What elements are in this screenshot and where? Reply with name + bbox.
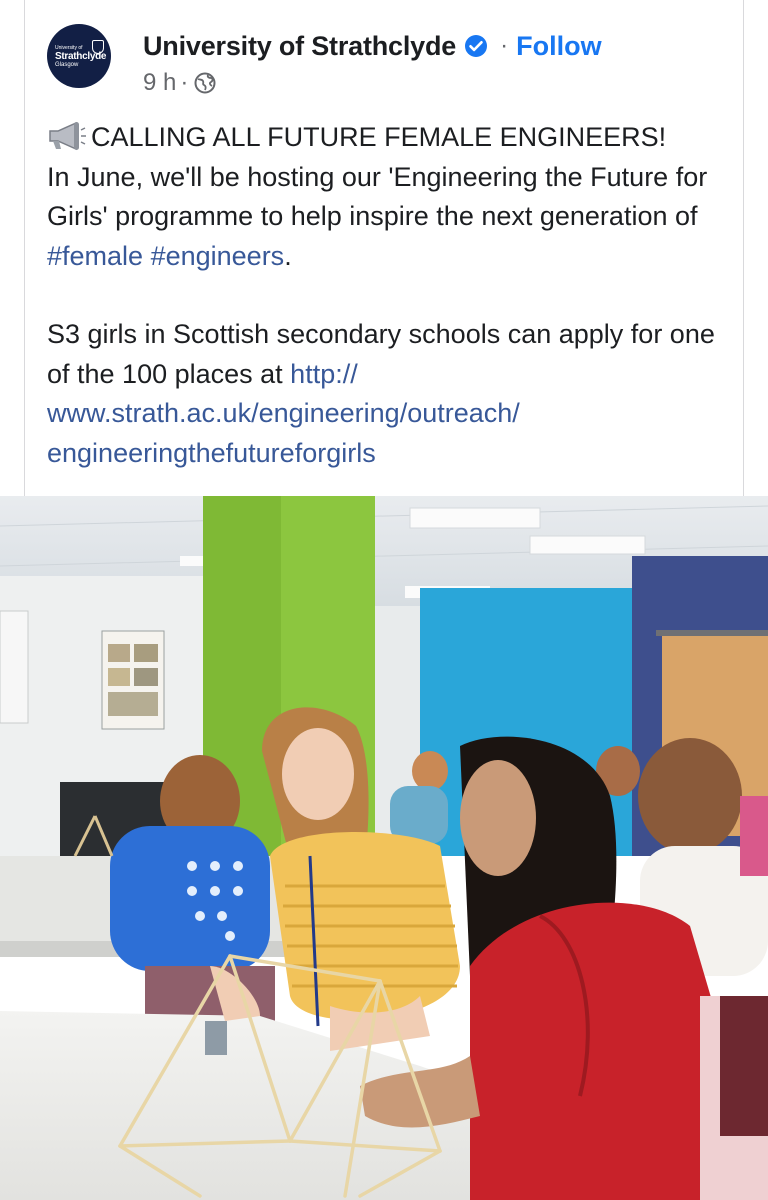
paragraph-2-text: S3 girls in Scottish secondary schools c… [47, 319, 715, 389]
page-avatar[interactable]: University of Strathclyde Glasgow [47, 24, 111, 88]
paragraph-1-text: In June, we'll be hosting our 'Engineeri… [47, 161, 708, 232]
post-meta: 9 h · [143, 68, 216, 98]
name-row: University of Strathclyde · Follow [143, 26, 602, 66]
follow-button[interactable]: Follow [516, 31, 601, 62]
paragraph-1: In June, we'll be hosting our 'Engineeri… [47, 158, 727, 277]
megaphone-emoji-icon [47, 121, 87, 151]
headline-line: CALLING ALL FUTURE FEMALE ENGINEERS! [47, 118, 727, 158]
hashtag-female[interactable]: #female [47, 241, 143, 271]
post-photo[interactable] [0, 496, 768, 1200]
outreach-link-part-2[interactable]: www.strath.ac.uk/engineering/outreach/ [47, 398, 520, 428]
post-card: University of Strathclyde Glasgow Univer… [24, 0, 744, 496]
outreach-link-part-1[interactable]: http:// [290, 359, 358, 389]
headline-text: CALLING ALL FUTURE FEMALE ENGINEERS! [91, 122, 667, 152]
post-timestamp[interactable]: 9 h [143, 69, 176, 97]
post-body: CALLING ALL FUTURE FEMALE ENGINEERS! In … [47, 118, 727, 473]
outreach-link-part-3[interactable]: engineeringthefutureforgirls [47, 438, 376, 468]
meta-separator: · [180, 69, 189, 96]
page-name-link[interactable]: University of Strathclyde [143, 31, 456, 62]
paragraph-1-end: . [284, 240, 292, 271]
avatar-line-3: Glasgow [55, 62, 79, 68]
globe-icon [194, 72, 216, 94]
verified-badge-icon [464, 34, 488, 58]
hashtag-engineers[interactable]: #engineers [151, 241, 285, 271]
crest-icon [92, 40, 104, 54]
post-header: University of Strathclyde Glasgow Univer… [47, 22, 727, 102]
separator-dot: · [500, 32, 509, 59]
paragraph-2: S3 girls in Scottish secondary schools c… [47, 315, 727, 473]
